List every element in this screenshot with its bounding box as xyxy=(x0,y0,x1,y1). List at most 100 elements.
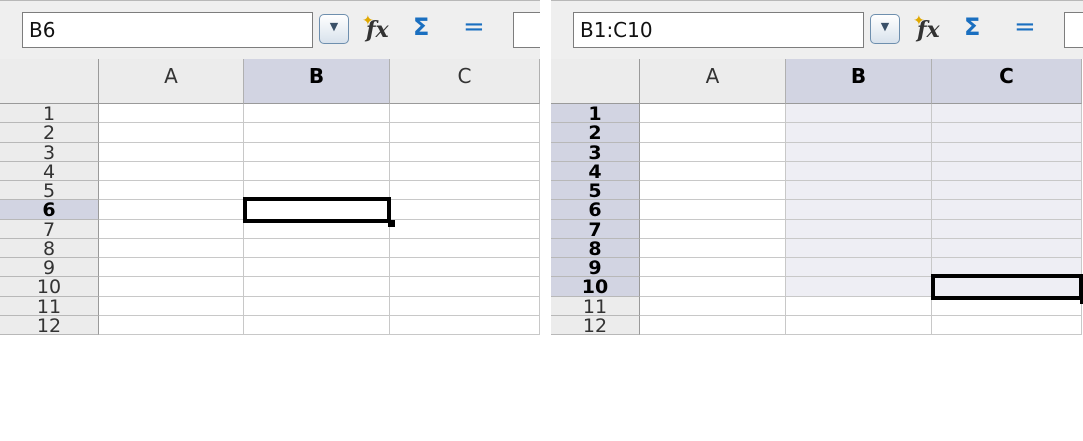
cell-c5[interactable] xyxy=(390,181,540,201)
cell-a8[interactable] xyxy=(640,238,786,258)
cell-c12[interactable] xyxy=(390,315,540,335)
row-header-3[interactable]: 3 xyxy=(551,142,640,163)
cell-a7[interactable] xyxy=(640,219,786,239)
name-box-dropdown-button[interactable]: ▼ xyxy=(319,14,349,44)
fill-handle[interactable] xyxy=(388,219,395,227)
cell-b1[interactable] xyxy=(244,104,390,124)
row-header-10[interactable]: 10 xyxy=(551,277,640,297)
row-header-1[interactable]: 1 xyxy=(551,104,640,124)
cell-a1[interactable] xyxy=(99,104,244,124)
row-header-2[interactable]: 2 xyxy=(551,123,640,143)
column-header-a[interactable]: A xyxy=(640,59,786,104)
cell-b6[interactable] xyxy=(786,200,932,220)
cell-c1[interactable] xyxy=(390,104,540,124)
cell-a9[interactable] xyxy=(99,258,244,278)
row-header-4[interactable]: 4 xyxy=(0,162,99,182)
column-header-c[interactable]: C xyxy=(390,59,540,104)
cell-b3[interactable] xyxy=(786,142,932,162)
function-wizard-button[interactable]: ✦ fx xyxy=(362,13,402,45)
cell-a3[interactable] xyxy=(99,142,244,162)
cell-a9[interactable] xyxy=(640,258,786,278)
cell-a2[interactable] xyxy=(640,123,786,143)
cell-b2[interactable] xyxy=(244,123,390,143)
sum-button[interactable]: Σ xyxy=(413,13,429,41)
cell-b11[interactable] xyxy=(786,296,932,316)
cell-b3[interactable] xyxy=(244,142,390,162)
row-header-1[interactable]: 1 xyxy=(0,104,99,124)
column-header-b[interactable]: B xyxy=(244,59,390,104)
function-button[interactable]: = xyxy=(1014,12,1036,42)
name-box-dropdown-button[interactable]: ▼ xyxy=(870,14,900,44)
cell-a3[interactable] xyxy=(640,142,786,162)
cell-b5[interactable] xyxy=(786,181,932,201)
row-header-7[interactable]: 7 xyxy=(551,219,640,240)
column-header-c[interactable]: C xyxy=(932,59,1082,104)
function-wizard-button[interactable]: ✦ fx xyxy=(913,13,953,45)
column-header-b[interactable]: B xyxy=(786,59,932,104)
cell-c7[interactable] xyxy=(390,219,540,239)
cell-c3[interactable] xyxy=(932,142,1082,162)
column-header-a[interactable]: A xyxy=(99,59,244,104)
select-all-corner[interactable] xyxy=(0,59,99,104)
sum-button[interactable]: Σ xyxy=(964,13,980,41)
row-header-12[interactable]: 12 xyxy=(0,316,99,336)
function-button[interactable]: = xyxy=(463,12,485,42)
row-header-12[interactable]: 12 xyxy=(551,316,640,336)
cell-a4[interactable] xyxy=(640,161,786,181)
cell-a10[interactable] xyxy=(640,277,786,297)
cell-c1[interactable] xyxy=(932,104,1082,124)
name-box-input[interactable] xyxy=(29,17,299,43)
cell-a6[interactable] xyxy=(99,200,244,220)
row-header-8[interactable]: 8 xyxy=(551,239,640,259)
cell-b12[interactable] xyxy=(786,315,932,335)
cell-c2[interactable] xyxy=(390,123,540,143)
cell-a11[interactable] xyxy=(99,296,244,316)
cell-c11[interactable] xyxy=(390,296,540,316)
cell-a12[interactable] xyxy=(640,315,786,335)
cell-b12[interactable] xyxy=(244,315,390,335)
cell-c9[interactable] xyxy=(390,258,540,278)
cell-a2[interactable] xyxy=(99,123,244,143)
name-box-input[interactable] xyxy=(580,17,850,43)
cell-c3[interactable] xyxy=(390,142,540,162)
cell-c6[interactable] xyxy=(932,200,1082,220)
cell-a5[interactable] xyxy=(99,181,244,201)
cell-a10[interactable] xyxy=(99,277,244,297)
cell-b11[interactable] xyxy=(244,296,390,316)
formula-input[interactable] xyxy=(1064,12,1083,48)
row-header-8[interactable]: 8 xyxy=(0,239,99,259)
cell-c4[interactable] xyxy=(390,161,540,181)
name-box[interactable] xyxy=(22,12,313,48)
cell-c7[interactable] xyxy=(932,219,1082,239)
active-cell-cursor[interactable] xyxy=(931,274,1083,300)
cell-c5[interactable] xyxy=(932,181,1082,201)
active-cell-cursor[interactable] xyxy=(243,197,391,223)
cell-a1[interactable] xyxy=(640,104,786,124)
cell-a5[interactable] xyxy=(640,181,786,201)
row-header-10[interactable]: 10 xyxy=(0,277,99,297)
row-header-3[interactable]: 3 xyxy=(0,142,99,163)
cell-b10[interactable] xyxy=(244,277,390,297)
row-header-9[interactable]: 9 xyxy=(551,258,640,278)
cell-a6[interactable] xyxy=(640,200,786,220)
row-header-11[interactable]: 11 xyxy=(0,296,99,317)
cell-b9[interactable] xyxy=(786,258,932,278)
row-header-5[interactable]: 5 xyxy=(551,181,640,201)
cell-c8[interactable] xyxy=(932,238,1082,258)
row-header-6[interactable]: 6 xyxy=(0,200,99,220)
cell-a11[interactable] xyxy=(640,296,786,316)
cell-c2[interactable] xyxy=(932,123,1082,143)
row-header-5[interactable]: 5 xyxy=(0,181,99,201)
cell-b8[interactable] xyxy=(786,238,932,258)
cell-a4[interactable] xyxy=(99,161,244,181)
cell-b4[interactable] xyxy=(244,161,390,181)
cell-a8[interactable] xyxy=(99,238,244,258)
cell-b2[interactable] xyxy=(786,123,932,143)
row-header-9[interactable]: 9 xyxy=(0,258,99,278)
cell-c12[interactable] xyxy=(932,315,1082,335)
cell-c4[interactable] xyxy=(932,161,1082,181)
select-all-corner[interactable] xyxy=(551,59,640,104)
cell-b1[interactable] xyxy=(786,104,932,124)
name-box[interactable] xyxy=(573,12,864,48)
row-header-7[interactable]: 7 xyxy=(0,219,99,240)
